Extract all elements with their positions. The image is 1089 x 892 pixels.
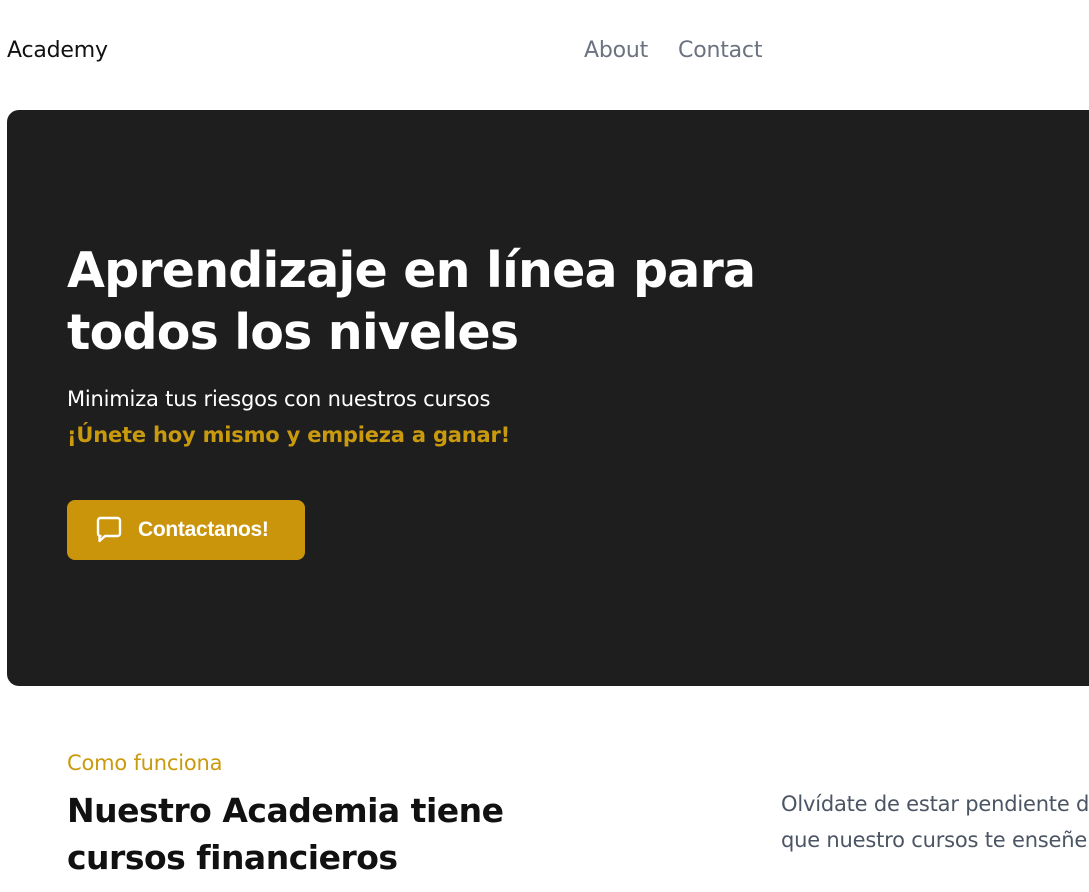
hero-title: Aprendizaje en línea para todos los nive… <box>67 242 756 361</box>
section-eyebrow: Como funciona <box>67 751 223 775</box>
description-line: que nuestro cursos te enseñe <box>781 828 1088 852</box>
nav-link-about[interactable]: About <box>584 38 648 63</box>
nav-link-contact[interactable]: Contact <box>678 38 762 63</box>
brand-logo-text[interactable]: Academy <box>7 38 108 63</box>
top-navigation: Academy About Contact <box>0 0 1089 104</box>
description-line: Olvídate de estar pendiente d <box>781 792 1089 816</box>
hero-section: Aprendizaje en línea para todos los nive… <box>7 110 1089 686</box>
hero-subtitle: Minimiza tus riesgos con nuestros cursos <box>67 387 491 411</box>
contact-button[interactable]: Contactanos! <box>67 500 305 560</box>
contact-button-label: Contactanos! <box>138 518 269 541</box>
chat-bubble-icon <box>93 514 125 546</box>
section-title: Nuestro Academia tiene cursos financiero… <box>67 791 504 877</box>
hero-highlight: ¡Únete hoy mismo y empieza a ganar! <box>67 423 511 447</box>
nav-links: About Contact <box>584 38 762 63</box>
section-description: Olvídate de estar pendiente d que nuestr… <box>781 786 1089 858</box>
